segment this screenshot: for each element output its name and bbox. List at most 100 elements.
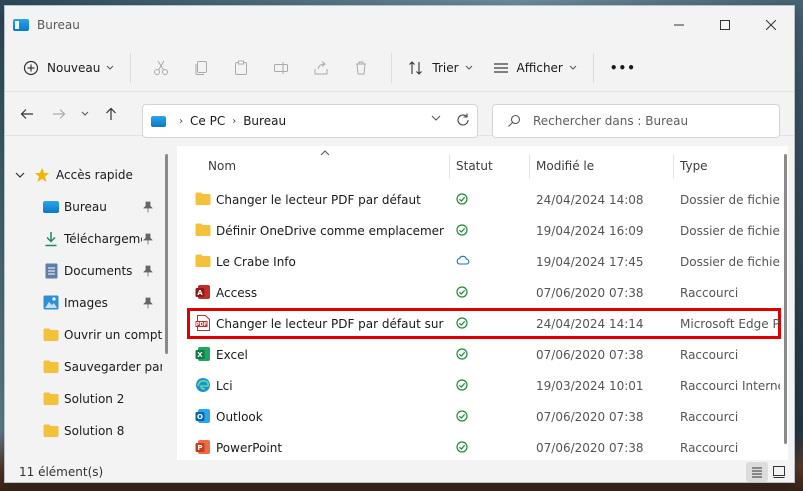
- chevron-down-icon: [81, 111, 89, 116]
- maximize-button[interactable]: [702, 6, 748, 44]
- table-row[interactable]: Le Crabe Info 19/04/2024 17:45 Dossier d…: [177, 246, 788, 277]
- up-button[interactable]: [95, 99, 127, 129]
- minimize-button[interactable]: [656, 6, 702, 44]
- sidebar-item-downloads[interactable]: Téléchargements: [5, 223, 165, 255]
- file-date: 24/04/2024 14:08: [536, 193, 644, 207]
- sidebar-scrollbar[interactable]: [165, 154, 168, 354]
- sidebar-item-folder[interactable]: Solution 8: [5, 415, 165, 447]
- back-button[interactable]: [11, 99, 43, 129]
- details-view-button[interactable]: [746, 462, 768, 482]
- window-title: Bureau: [37, 18, 80, 32]
- refresh-icon[interactable]: [455, 112, 471, 128]
- chevron-down-icon[interactable]: [431, 114, 441, 122]
- sidebar-item-images[interactable]: Images: [5, 287, 165, 319]
- address-bar[interactable]: › Ce PC › Bureau: [142, 104, 478, 138]
- column-name[interactable]: Nom: [208, 159, 236, 173]
- file-name: Changer le lecteur PDF par défaut sur Wi…: [216, 317, 444, 331]
- sort-label: Trier: [432, 60, 459, 75]
- file-type: Dossier de fichiers: [680, 193, 780, 207]
- sync-check-icon: [456, 441, 468, 453]
- breadcrumb-this-pc[interactable]: Ce PC: [190, 114, 225, 128]
- close-button[interactable]: [748, 6, 794, 44]
- file-type: Raccourci: [680, 286, 739, 300]
- table-row[interactable]: Changer le lecteur PDF par défaut 24/04/…: [177, 184, 788, 215]
- column-modified[interactable]: Modifié le: [536, 159, 594, 173]
- sidebar-item-documents[interactable]: Documents: [5, 255, 165, 287]
- column-status[interactable]: Statut: [456, 159, 493, 173]
- pin-icon: [143, 265, 153, 277]
- breadcrumb-desktop[interactable]: Bureau: [243, 114, 286, 128]
- column-divider[interactable]: [673, 154, 674, 178]
- table-row-highlighted[interactable]: PDF Changer le lecteur PDF par défaut su…: [187, 308, 781, 339]
- chevron-down-icon: [465, 65, 472, 70]
- more-options-button[interactable]: •••: [604, 51, 642, 85]
- chevron-down-icon[interactable]: [15, 172, 25, 179]
- view-button[interactable]: Afficher: [487, 51, 583, 85]
- folder-icon: [195, 223, 211, 236]
- sidebar-item-desktop[interactable]: Bureau: [5, 191, 165, 223]
- table-row[interactable]: P PowerPoint 07/06/2020 07:38 Raccourci: [177, 432, 788, 460]
- new-button[interactable]: Nouveau: [17, 51, 120, 85]
- rename-icon: [274, 61, 289, 74]
- sidebar-item-label: Ouvrir un compte: [64, 328, 162, 342]
- list-view-icon: [493, 62, 508, 73]
- pdf-icon: PDF: [195, 315, 210, 331]
- folder-icon: [195, 192, 211, 205]
- copy-button[interactable]: [181, 51, 221, 85]
- table-row[interactable]: A Access 07/06/2020 07:38 Raccourci: [177, 277, 788, 308]
- file-list-scrollbar[interactable]: [784, 154, 787, 444]
- rename-button[interactable]: [261, 51, 301, 85]
- column-divider[interactable]: [449, 154, 450, 178]
- share-button[interactable]: [301, 51, 341, 85]
- sidebar-item-label: Sauvegarder par c: [64, 360, 162, 374]
- file-type: Dossier de fichiers: [680, 224, 780, 238]
- search-input[interactable]: Rechercher dans : Bureau: [533, 114, 688, 128]
- table-row[interactable]: Lci 19/03/2024 10:01 Raccourci Internet: [177, 370, 788, 401]
- table-row[interactable]: X Excel 07/06/2020 07:38 Raccourci: [177, 339, 788, 370]
- svg-text:PDF: PDF: [196, 322, 207, 328]
- sidebar-item-folder[interactable]: Sauvegarder par c: [5, 351, 165, 383]
- sort-ascending-icon: [320, 150, 330, 156]
- sidebar-item-folder[interactable]: Ouvrir un compte: [5, 319, 165, 351]
- file-date: 19/04/2024 16:09: [536, 224, 644, 238]
- svg-text:A: A: [197, 289, 203, 297]
- sidebar-item-quick-access[interactable]: Accès rapide: [5, 159, 165, 191]
- arrow-right-icon: [53, 108, 66, 119]
- star-icon: [35, 168, 49, 182]
- column-type[interactable]: Type: [680, 159, 708, 173]
- file-type: Raccourci Internet: [680, 379, 780, 393]
- file-name: PowerPoint: [216, 441, 283, 455]
- file-date: 07/06/2020 07:38: [536, 348, 644, 362]
- cut-button[interactable]: [141, 51, 181, 85]
- delete-button[interactable]: [341, 51, 381, 85]
- table-row[interactable]: Définir OneDrive comme emplacement d... …: [177, 215, 788, 246]
- desktop-icon: [13, 19, 29, 31]
- title-bar: Bureau: [5, 6, 794, 44]
- tiles-view-button[interactable]: [768, 462, 790, 482]
- paste-button[interactable]: [221, 51, 261, 85]
- table-row[interactable]: O Outlook 07/06/2020 07:38 Raccourci: [177, 401, 788, 432]
- recent-locations-button[interactable]: [75, 99, 95, 129]
- file-name: Access: [216, 286, 258, 300]
- share-icon: [314, 60, 328, 74]
- folder-icon: [43, 360, 59, 373]
- file-type: Raccourci: [680, 441, 739, 455]
- access-icon: A: [195, 285, 210, 299]
- sync-check-icon: [456, 224, 468, 236]
- item-count: 11 élément(s): [19, 465, 104, 479]
- file-name: Définir OneDrive comme emplacement d...: [216, 224, 444, 238]
- view-label: Afficher: [516, 60, 563, 75]
- file-type: Dossier de fichiers: [680, 255, 780, 269]
- sync-check-icon: [456, 410, 468, 422]
- excel-icon: X: [195, 347, 210, 361]
- forward-button[interactable]: [43, 99, 75, 129]
- file-date: 07/06/2020 07:38: [536, 286, 644, 300]
- file-type: Raccourci: [680, 410, 739, 424]
- sync-check-icon: [456, 286, 468, 298]
- search-box[interactable]: Rechercher dans : Bureau: [492, 104, 780, 138]
- column-divider[interactable]: [529, 154, 530, 178]
- file-name: Outlook: [216, 410, 263, 424]
- sidebar-item-folder[interactable]: Solution 2: [5, 383, 165, 415]
- sort-button[interactable]: Trier: [402, 51, 478, 85]
- file-name: Changer le lecteur PDF par défaut: [216, 193, 421, 207]
